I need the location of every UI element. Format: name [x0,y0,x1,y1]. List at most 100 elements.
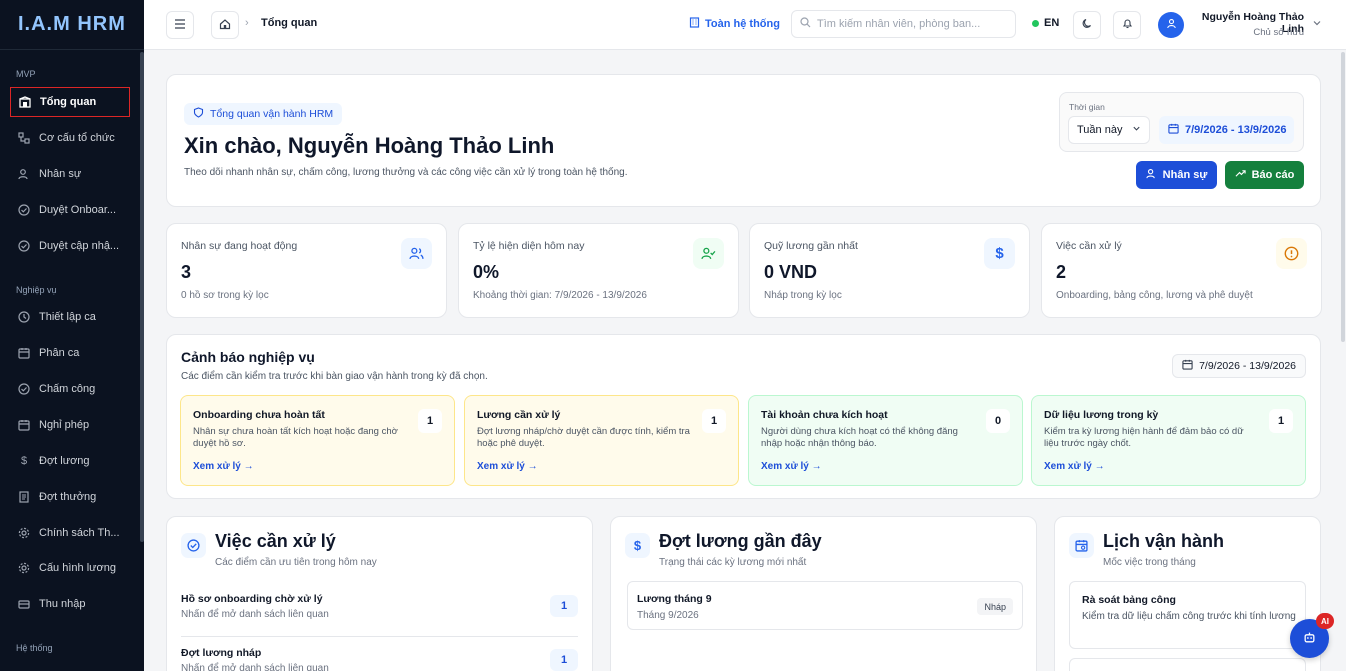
home-button[interactable] [211,11,239,39]
sidebar-item-label: Cấu hình lương [39,562,116,574]
page-subtitle: Theo dõi nhanh nhân sự, chấm công, lương… [184,167,628,178]
sidebar-item-overview[interactable]: Tổng quan [10,87,130,117]
search-input[interactable] [817,18,1007,30]
sidebar-item-bonus-policy[interactable]: Chính sách Th... [10,518,130,548]
report-button-label: Báo cáo [1251,169,1295,181]
status-badge: Nháp [977,598,1013,615]
warning-desc: Người dùng chưa kích hoạt có thể không đ… [761,426,958,449]
theme-toggle-button[interactable] [1073,11,1101,39]
stat-card-pending-tasks[interactable]: Việc cần xử lý 2 Onboarding, bảng công, … [1041,223,1322,318]
calendar-clock-icon [1069,533,1094,558]
sidebar-item-label: Duyệt Onboar... [39,204,117,216]
payroll-item[interactable]: Lương tháng 9 Tháng 9/2026 Nháp [627,581,1023,630]
sidebar-group-label: Nghiệp vụ [16,285,57,295]
view-handle-link[interactable]: Xem xử lý → [477,461,538,472]
language-switch[interactable]: EN [1032,17,1059,29]
wallet-icon [18,598,30,610]
warning-onboarding: Onboarding chưa hoàn tất Nhân sự chưa ho… [180,395,455,486]
warning-payroll-data: Dữ liệu lương trong kỳ Kiểm tra kỳ lương… [1031,395,1306,486]
users-icon [18,168,30,180]
schedule-item[interactable]: Rà soát bảng công Kiểm tra dữ liệu chấm … [1069,581,1306,649]
stat-title: Quỹ lương gần nhất [764,240,858,252]
user-icon [1166,18,1177,32]
stat-value: 3 [181,262,192,282]
clock-icon [18,311,30,323]
stat-card-attendance[interactable]: Tỷ lệ hiện diện hôm nay 0% Khoảng thời g… [458,223,739,318]
dollar-icon: $ [625,533,650,558]
sidebar-item-shift-assign[interactable]: Phân ca [10,338,130,368]
period-filter: Thời gian Tuần này 7/9/2026 - 13/9/2026 [1059,92,1304,152]
warnings-date-range[interactable]: 7/9/2026 - 13/9/2026 [1172,354,1306,378]
sidebar-item-attendance[interactable]: Chấm công [10,374,130,404]
warning-desc: Nhân sự chưa hoàn tất kích hoạt hoặc đan… [193,426,398,449]
sidebar-item-payroll-config[interactable]: Cấu hình lương [10,553,130,583]
warning-inactive-accounts: Tài khoản chưa kích hoạt Người dùng chưa… [748,395,1023,486]
sidebar-item-label: Chính sách Th... [39,527,120,539]
view-handle-link[interactable]: Xem xử lý → [761,461,822,472]
date-range-picker[interactable]: 7/9/2026 - 13/9/2026 [1159,116,1294,144]
gear-icon [18,527,30,539]
sidebar-item-payroll-run[interactable]: $ Đợt lương [10,446,130,476]
warning-title: Onboarding chưa hoàn tất [193,409,325,421]
task-item[interactable]: Hồ sơ onboarding chờ xử lý Nhấn để mở da… [181,593,578,637]
calendar-icon [18,347,30,359]
sidebar-scrollbar[interactable] [140,52,144,542]
calendar-icon [1168,123,1179,137]
breadcrumb-current: Tổng quan [261,17,318,29]
stat-value: 2 [1056,262,1067,282]
sidebar-item-bonus-run[interactable]: Đợt thưởng [10,482,130,512]
stat-card-payroll-fund[interactable]: Quỹ lương gần nhất 0 VND Nháp trong kỳ l… [749,223,1030,318]
alert-circle-icon [1276,238,1307,269]
panel-title: Lịch vận hành [1103,531,1225,551]
sidebar-group-label: MVP [16,69,36,79]
user-check-icon [693,238,724,269]
warning-payroll: Lương cần xử lý Đợt lương nháp/chờ duyệt… [464,395,739,486]
section-subtitle: Các điểm cần kiểm tra trước khi bàn giao… [181,371,488,382]
period-select[interactable]: Tuần này [1068,116,1150,144]
panel-subtitle: Các điểm cần ưu tiên trong hôm nay [215,557,377,568]
search-icon [800,17,811,31]
calendar-icon [1182,359,1193,373]
stat-card-active-staff[interactable]: Nhân sự đang hoạt động 3 0 hồ sơ trong k… [166,223,447,318]
sidebar-item-shift-setup[interactable]: Thiết lập ca [10,302,130,332]
user-avatar[interactable] [1158,12,1184,38]
date-range-value: 7/9/2026 - 13/9/2026 [1199,360,1296,372]
task-item[interactable]: Đợt lương nháp Nhấn để mở danh sách liên… [181,647,578,671]
sidebar-group-label: Hệ thống [16,643,53,653]
global-search[interactable] [791,10,1016,38]
notifications-button[interactable] [1113,11,1141,39]
sidebar-item-leave[interactable]: Nghỉ phép [10,410,130,440]
sidebar-item-onboarding-approval[interactable]: Duyệt Onboar... [10,195,130,225]
section-title: Cảnh báo nghiệp vụ [181,349,315,365]
business-warnings-card: Cảnh báo nghiệp vụ Các điểm cần kiểm tra… [166,334,1321,499]
view-handle-link[interactable]: Xem xử lý → [193,461,254,472]
home-icon [219,18,231,33]
hero-card: Tổng quan vận hành HRM Xin chào, Nguyễn … [166,74,1321,207]
sidebar-item-update-approval[interactable]: Duyệt cập nhậ... [10,231,130,261]
chevron-down-icon[interactable] [1312,17,1322,31]
warning-title: Tài khoản chưa kích hoạt [761,409,888,421]
view-handle-link[interactable]: Xem xử lý → [1044,461,1105,472]
menu-toggle-button[interactable] [166,11,194,39]
page-scrollbar[interactable] [1341,52,1345,342]
sidebar-item-income[interactable]: Thu nhập [10,589,130,619]
moon-icon [1082,18,1093,32]
dashboard-icon [19,96,31,108]
payroll-name: Lương tháng 9 [637,593,712,605]
sidebar-item-label: Nghỉ phép [39,419,90,431]
report-button[interactable]: Báo cáo [1225,161,1304,189]
ai-badge: AI [1316,613,1334,629]
sidebar-item-label: Chấm công [39,383,96,395]
dollar-icon: $ [20,455,28,467]
staff-button[interactable]: Nhân sự [1136,161,1217,189]
sidebar-item-label: Cơ cấu tổ chức [39,132,115,144]
schedule-item[interactable] [1069,658,1306,671]
breadcrumb-separator-icon: › [245,17,249,29]
user-role: Chủ sở hữu [1253,27,1304,38]
gear-icon [18,562,30,574]
app-logo[interactable]: I.A.M HRM [0,0,144,50]
sidebar-item-org[interactable]: Cơ cấu tổ chức [10,123,130,153]
sidebar-item-staff[interactable]: Nhân sự [10,159,130,189]
scope-selector[interactable]: Toàn hệ thống [689,17,780,31]
hero-badge: Tổng quan vận hành HRM [184,103,343,125]
